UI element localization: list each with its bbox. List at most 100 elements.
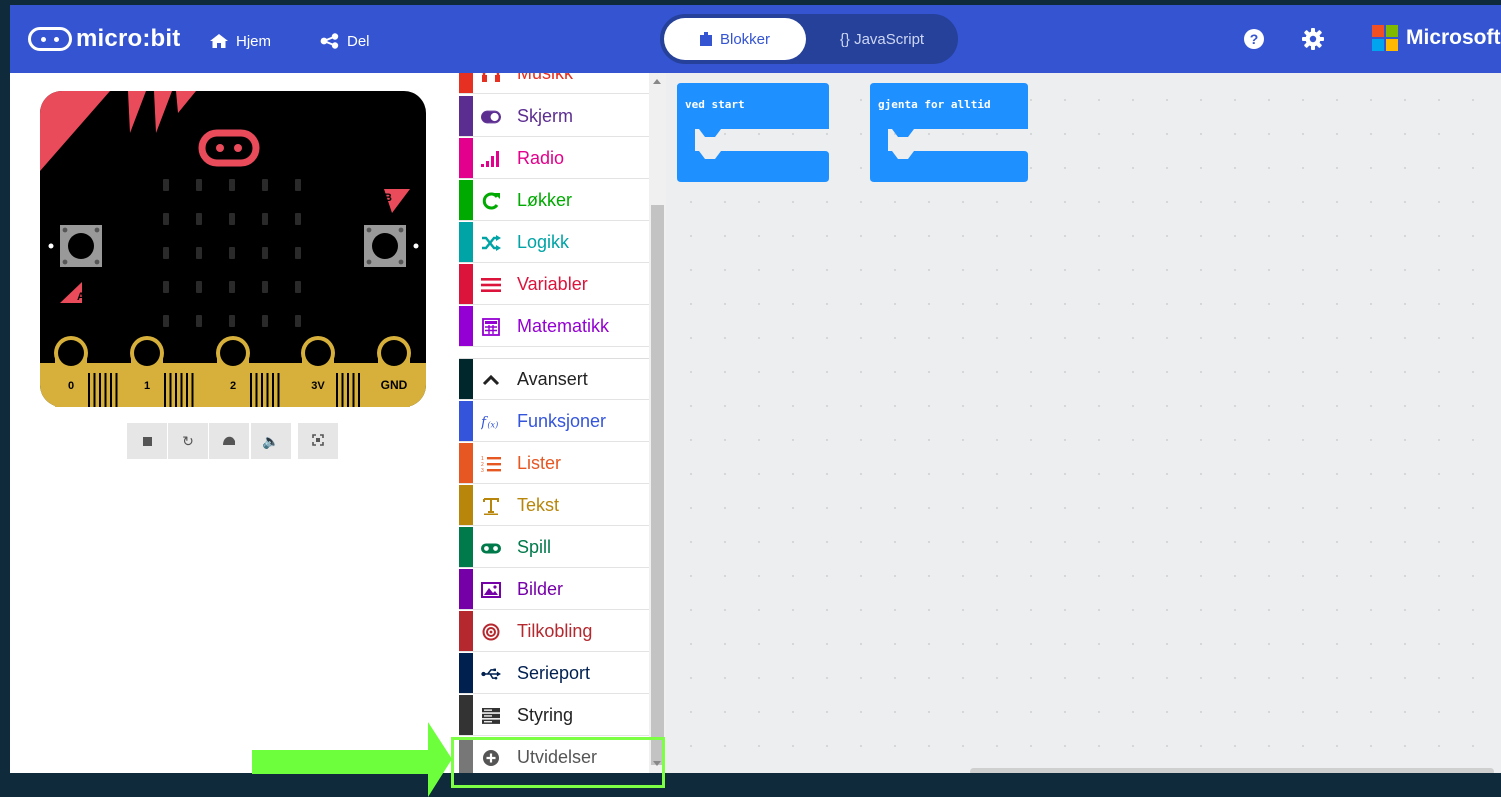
category-color-bar	[459, 401, 473, 441]
connector-stripe	[347, 373, 349, 407]
toolbox-category-serieport[interactable]: Serieport	[459, 653, 649, 694]
connector-stripe	[255, 373, 258, 407]
puzzle-icon	[699, 32, 712, 46]
toolbox-category-tilkobling[interactable]: Tilkobling	[459, 611, 649, 652]
category-color-bar	[459, 359, 473, 399]
toolbox-category-label: Tekst	[517, 495, 560, 515]
green-arrow-icon	[252, 722, 452, 797]
connector-stripe	[88, 373, 90, 407]
scroll-up-icon[interactable]	[653, 79, 661, 84]
top-menu-bar: micro:bit Hjem Del Blokker {} JavaScript	[10, 5, 1501, 73]
toggle-icon	[481, 107, 501, 127]
tab-blocks-label: Blokker	[719, 30, 771, 48]
toolbox-category-spill[interactable]: Spill	[459, 527, 649, 568]
usb-icon	[481, 664, 501, 684]
connector-stripe	[186, 373, 188, 407]
toolbox-category-logikk[interactable]: Logikk	[459, 222, 649, 263]
connector-stripe	[169, 373, 172, 407]
connector-stripe	[352, 373, 355, 407]
tab-javascript[interactable]: {} JavaScript	[810, 18, 954, 60]
share-button[interactable]: Del	[320, 30, 370, 52]
toolbox-category-label: Bilder	[517, 579, 564, 599]
toolbox-separator	[459, 350, 649, 359]
block-label: ved start	[685, 98, 745, 111]
toolbox-category-label: Tilkobling	[517, 621, 593, 641]
connector-stripe	[191, 373, 194, 407]
led	[196, 315, 202, 327]
chevron-up-icon	[481, 370, 501, 390]
connector-stripe	[272, 373, 274, 407]
stop-button[interactable]	[127, 423, 167, 459]
category-color-bar	[459, 527, 473, 567]
toolbox-category-label: Spill	[517, 537, 552, 557]
led	[295, 281, 301, 293]
toolbox-category-bilder[interactable]: Bilder	[459, 569, 649, 610]
toolbox-category-label: Logikk	[517, 232, 570, 252]
connector-stripe	[336, 373, 338, 407]
connector-stripe	[180, 373, 183, 407]
pin-gnd[interactable]: GND	[377, 336, 411, 407]
toolbox-category-avansert[interactable]: Avansert	[459, 359, 649, 400]
toolbox-scrollbar[interactable]	[649, 73, 666, 773]
led	[196, 213, 202, 225]
calculator-icon	[481, 317, 501, 337]
connector-stripe	[250, 373, 252, 407]
brand-text: Microsoft	[1406, 26, 1501, 49]
mute-button[interactable]: 🔈	[251, 423, 291, 459]
toolbox-category-skjerm[interactable]: Skjerm	[459, 96, 649, 137]
led	[295, 213, 301, 225]
category-color-bar	[459, 306, 473, 346]
microbit-logo[interactable]: micro:bit	[28, 25, 180, 52]
button-b[interactable]	[364, 225, 406, 267]
toolbox-category-variabler[interactable]: Variabler	[459, 264, 649, 305]
shuffle-icon	[481, 233, 501, 253]
connector-stripe	[104, 373, 107, 407]
toolbox-category-tekst[interactable]: Tekst	[459, 485, 649, 526]
tab-blocks[interactable]: Blokker	[664, 18, 806, 60]
toolbox-category-radio[interactable]: Radio	[459, 138, 649, 179]
button-b-label: B	[384, 192, 392, 204]
led	[163, 179, 169, 191]
forever-block[interactable]: gjenta for alltid	[870, 83, 1028, 183]
category-color-bar	[459, 138, 473, 178]
button-a[interactable]	[60, 225, 102, 267]
connector-stripe	[115, 373, 118, 407]
toolbox-category-lister[interactable]: 1 2 3 Lister	[459, 443, 649, 484]
home-button[interactable]: Hjem	[209, 30, 271, 52]
toolbox-category-musikk[interactable]: Musikk	[459, 73, 649, 94]
toolbox-category-label: Avansert	[517, 369, 588, 389]
toolbox-category-styring[interactable]: Styring	[459, 695, 649, 736]
toolbox-category-løkker[interactable]: Løkker	[459, 180, 649, 221]
on-start-block[interactable]: ved start	[677, 83, 829, 183]
led	[262, 179, 268, 191]
fullscreen-button[interactable]	[298, 423, 338, 459]
toolbox-category-label: Variabler	[517, 274, 588, 294]
led	[163, 315, 169, 327]
svg-text:?: ?	[1250, 31, 1259, 47]
toolbox-category-funksjoner[interactable]: f (x) Funksjoner	[459, 401, 649, 442]
list-lines-icon	[481, 275, 501, 295]
pin-2[interactable]: 2	[216, 336, 250, 407]
led	[229, 213, 235, 225]
slow-motion-button[interactable]	[209, 423, 249, 459]
slow-motion-icon	[222, 433, 236, 449]
category-color-bar	[459, 264, 473, 304]
toolbox-category-label: Radio	[517, 148, 565, 168]
toolbox-category-matematikk[interactable]: Matematikk	[459, 306, 649, 347]
toolbox-scroll-thumb[interactable]	[651, 205, 664, 765]
blocks-workspace[interactable]: ved start gjenta for alltid	[666, 73, 1501, 773]
help-icon[interactable]: ?	[1242, 27, 1266, 51]
microsoft-logo[interactable]: Microsoft	[1372, 25, 1501, 51]
gear-icon[interactable]	[1301, 27, 1325, 51]
pin-0[interactable]: 0	[54, 336, 88, 407]
toolbox-category-label: Skjerm	[517, 106, 574, 126]
restart-button[interactable]: ↻	[168, 423, 208, 459]
connector-stripe	[277, 373, 280, 407]
headphones-icon	[481, 73, 501, 84]
pin-3v[interactable]: 3V	[301, 336, 335, 407]
category-color-bar	[459, 569, 473, 609]
pin-1[interactable]: 1	[130, 336, 164, 407]
category-color-bar	[459, 443, 473, 483]
led	[295, 247, 301, 259]
gamepad-icon	[481, 538, 501, 558]
